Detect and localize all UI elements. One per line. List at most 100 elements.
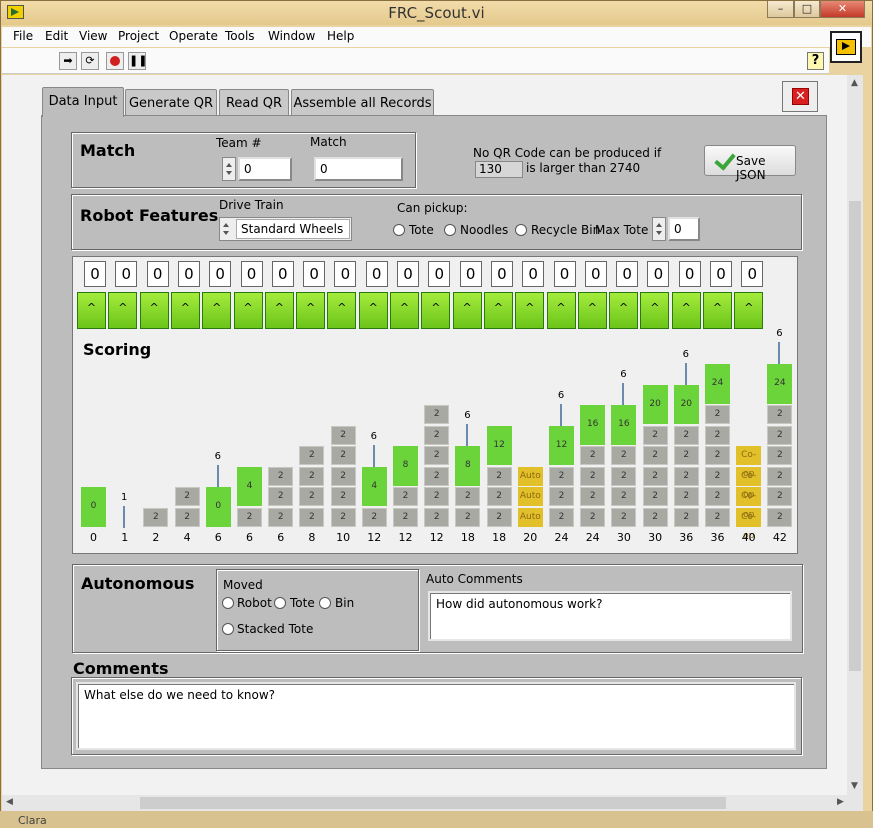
stack-block: 12 <box>486 425 512 465</box>
increment-button[interactable]: ^ <box>170 292 200 329</box>
increment-button[interactable]: ^ <box>233 292 263 329</box>
radio-noodles[interactable] <box>444 224 456 236</box>
menu-operate[interactable]: Operate <box>169 29 218 43</box>
can-pickup-label: Can pickup: <box>397 201 468 215</box>
tab-data-input[interactable]: Data Input <box>42 87 124 117</box>
stop-button[interactable]: ✕ <box>782 81 818 112</box>
radio-moved-tote[interactable] <box>274 597 286 609</box>
increment-button[interactable]: ^ <box>671 292 701 329</box>
menu-project[interactable]: Project <box>118 29 159 43</box>
max-tote-spinner-icon[interactable] <box>652 217 666 241</box>
column-score-label: 36 <box>710 531 725 544</box>
moved-stacked-tote-label: Stacked Tote <box>237 622 314 636</box>
increment-button[interactable]: ^ <box>546 292 576 329</box>
drive-train-select[interactable]: Standard Wheels <box>219 217 352 241</box>
stack-block: 2 <box>486 507 512 527</box>
column-score-label: 30 <box>648 531 663 544</box>
comments-textarea[interactable]: What else do we need to know? <box>76 682 796 750</box>
team-number-field[interactable]: 0 <box>238 157 292 181</box>
run-continuously-icon[interactable]: ⟳ <box>81 52 99 70</box>
tab-read-qr[interactable]: Read QR <box>219 89 289 116</box>
tab-assemble-all-records[interactable]: Assemble all Records <box>291 89 434 116</box>
radio-tote[interactable] <box>393 224 405 236</box>
count-display: 0 <box>365 261 388 287</box>
increment-button[interactable]: ^ <box>483 292 513 329</box>
stack-block: 24 <box>767 364 793 404</box>
team-spinner-icon[interactable] <box>222 157 236 181</box>
pickup-recycle-bin-label: Recycle Bin <box>531 223 601 237</box>
stack-block: 2 <box>767 487 793 506</box>
scroll-up-icon[interactable]: ▲ <box>851 78 858 88</box>
menu-view[interactable]: View <box>79 29 107 43</box>
save-json-button[interactable]: Save JSON <box>704 145 796 182</box>
stack-block: 2 <box>705 405 730 424</box>
help-icon[interactable]: ? <box>807 52 824 70</box>
stack-block: 2 <box>424 487 450 506</box>
container-pole <box>466 424 469 446</box>
pole-label: 6 <box>370 430 377 442</box>
stack-block: 2 <box>549 507 574 527</box>
stack-block: 2 <box>486 466 512 486</box>
close-window-icon[interactable]: ✕ <box>820 1 865 18</box>
increment-button[interactable]: ^ <box>108 292 138 329</box>
vertical-scrollbar[interactable]: ▲ ▼ <box>847 75 863 795</box>
radio-bin[interactable] <box>319 597 331 609</box>
stack-block: 2 <box>705 487 730 506</box>
increment-button[interactable]: ^ <box>327 292 357 329</box>
increment-button[interactable]: ^ <box>734 292 764 329</box>
menu-tools[interactable]: Tools <box>225 29 255 43</box>
vertical-scroll-thumb[interactable] <box>849 201 861 671</box>
increment-button[interactable]: ^ <box>77 292 106 329</box>
menu-window[interactable]: Window <box>268 29 315 43</box>
stack-block: 2 <box>611 446 637 465</box>
increment-button[interactable]: ^ <box>390 292 419 329</box>
qr-note-line2: is larger than 2740 <box>526 161 641 175</box>
increment-button[interactable]: ^ <box>609 292 639 329</box>
scroll-left-icon[interactable]: ◀ <box>6 797 13 807</box>
increment-button[interactable]: ^ <box>577 292 607 329</box>
increment-button[interactable]: ^ <box>640 292 670 329</box>
menu-edit[interactable]: Edit <box>45 29 68 43</box>
taskbar-strip: Clara <box>0 811 873 828</box>
radio-recycle-bin[interactable] <box>515 224 527 236</box>
horizontal-scrollbar[interactable]: ◀ ▶ <box>2 795 863 811</box>
scroll-down-icon[interactable]: ▼ <box>851 781 858 791</box>
abort-icon[interactable] <box>106 52 124 70</box>
menu-help[interactable]: Help <box>327 29 354 43</box>
moved-label: Moved <box>223 578 263 592</box>
radio-stacked-tote[interactable] <box>222 623 234 635</box>
scroll-right-icon[interactable]: ▶ <box>837 797 844 807</box>
increment-button[interactable]: ^ <box>139 292 169 329</box>
match-number-field[interactable]: 0 <box>314 157 403 181</box>
moved-robot-label: Robot <box>237 596 272 610</box>
stack-block: 2 <box>393 487 418 506</box>
pause-icon[interactable]: ❚❚ <box>128 52 147 70</box>
stack-block: 2 <box>611 507 637 527</box>
increment-button[interactable]: ^ <box>703 292 732 329</box>
run-arrow-icon[interactable]: ➡ <box>59 52 77 70</box>
maximize-icon[interactable]: □ <box>794 1 820 18</box>
stack-block: 2 <box>705 446 730 465</box>
max-tote-field[interactable]: 0 <box>668 217 700 241</box>
stack-block: 0 <box>81 487 106 527</box>
checkmark-icon <box>713 150 735 170</box>
horizontal-scroll-thumb[interactable] <box>140 797 726 809</box>
stack-block: 2 <box>268 487 294 506</box>
container-pole <box>123 506 126 528</box>
tab-generate-qr[interactable]: Generate QR <box>125 89 217 116</box>
increment-button[interactable]: ^ <box>421 292 451 329</box>
menu-file[interactable]: File <box>13 29 33 43</box>
drive-train-spinner-icon[interactable] <box>220 218 234 240</box>
increment-button[interactable]: ^ <box>515 292 545 329</box>
radio-robot[interactable] <box>222 597 234 609</box>
increment-button[interactable]: ^ <box>202 292 232 329</box>
increment-button[interactable]: ^ <box>264 292 294 329</box>
stack-block: 2 <box>642 507 668 527</box>
container-pole <box>372 444 375 467</box>
increment-button[interactable]: ^ <box>296 292 326 329</box>
increment-button[interactable]: ^ <box>358 292 388 329</box>
increment-button[interactable]: ^ <box>452 292 482 329</box>
minimize-icon[interactable]: – <box>767 1 794 18</box>
count-display: 0 <box>115 261 138 287</box>
auto-comments-textarea[interactable]: How did autonomous work? <box>428 591 792 641</box>
